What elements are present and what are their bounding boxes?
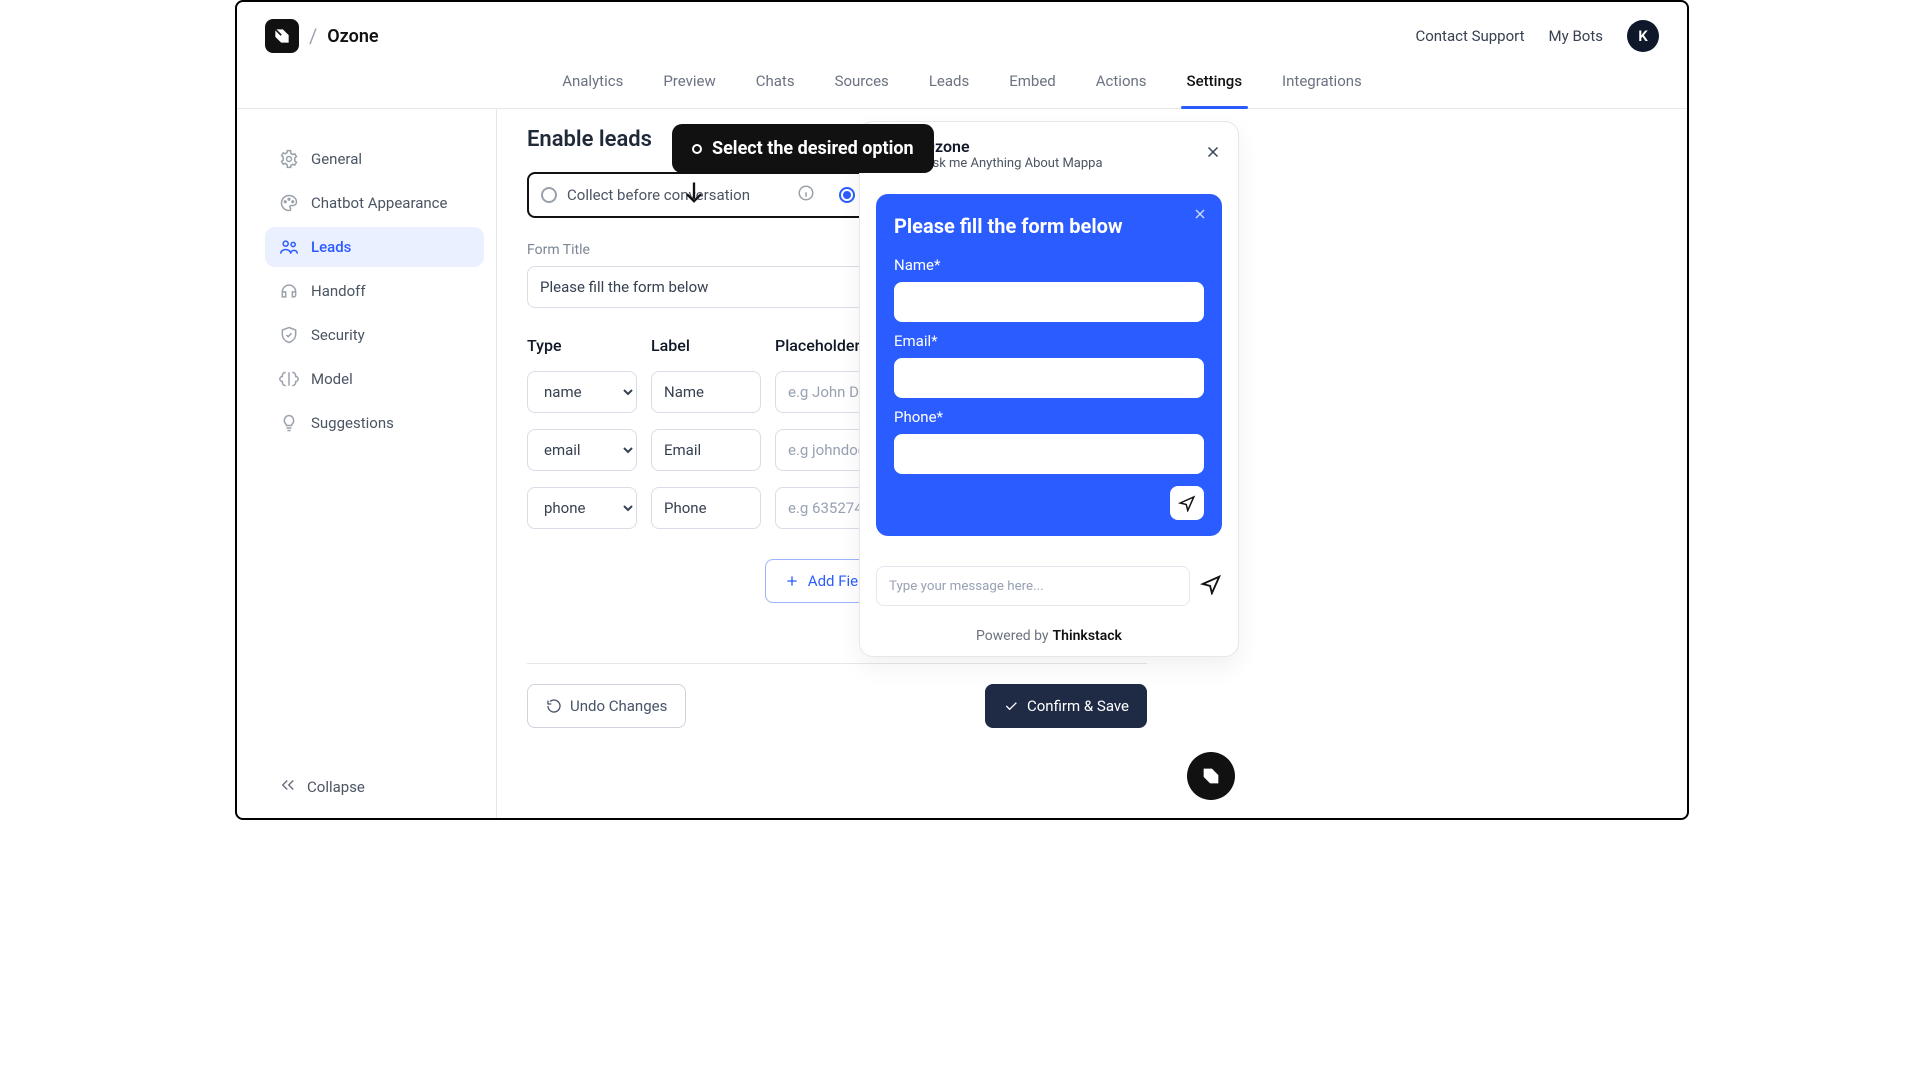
powered-by-prefix: Powered by <box>976 628 1049 644</box>
tab-settings[interactable]: Settings <box>1185 66 1245 96</box>
content: Select the desired option Enable leads C… <box>497 109 1267 820</box>
collapse-label: Collapse <box>307 778 365 796</box>
breadcrumb-slash: / <box>309 24 317 48</box>
callout-text: Select the desired option <box>712 138 914 159</box>
chat-message-input[interactable] <box>876 566 1190 606</box>
sidebar: General Chatbot Appearance Leads Handoff Sec… <box>237 109 497 820</box>
chat-subtitle: Ask me Anything About Mappa <box>924 156 1103 171</box>
users-icon <box>279 237 299 257</box>
label-input[interactable] <box>651 487 761 529</box>
sidebar-item-label: Handoff <box>311 282 366 300</box>
type-select[interactable]: phone <box>527 487 637 529</box>
sidebar-item-label: Security <box>311 326 365 344</box>
check-icon <box>1003 698 1019 714</box>
undo-label: Undo Changes <box>570 697 667 715</box>
tab-actions[interactable]: Actions <box>1094 66 1149 96</box>
chat-launcher[interactable] <box>1187 752 1235 800</box>
tab-analytics[interactable]: Analytics <box>560 66 625 96</box>
sidebar-item-security[interactable]: Security <box>265 315 484 355</box>
refresh-icon <box>546 698 562 714</box>
tab-chats[interactable]: Chats <box>754 66 797 96</box>
headset-icon <box>279 281 299 301</box>
sidebar-item-leads[interactable]: Leads <box>265 227 484 267</box>
undo-changes-button[interactable]: Undo Changes <box>527 684 686 728</box>
radio-icon <box>541 187 557 203</box>
chat-field-input[interactable] <box>894 434 1204 474</box>
save-label: Confirm & Save <box>1027 697 1129 715</box>
label-input[interactable] <box>651 371 761 413</box>
chat-field-label: Phone* <box>894 408 1204 426</box>
chat-form-title: Please fill the form below <box>894 214 1204 238</box>
sidebar-item-label: Chatbot Appearance <box>311 194 447 212</box>
chat-form-submit[interactable] <box>1170 486 1204 520</box>
arrow-down-icon <box>680 179 708 207</box>
contact-support-link[interactable]: Contact Support <box>1415 27 1524 45</box>
avatar[interactable]: K <box>1627 20 1659 52</box>
chat-field-input[interactable] <box>894 358 1204 398</box>
chat-field-label: Name* <box>894 256 1204 274</box>
sidebar-item-label: Leads <box>311 238 351 256</box>
callout-dot-icon <box>692 144 702 154</box>
chat-field-input[interactable] <box>894 282 1204 322</box>
sidebar-item-general[interactable]: General <box>265 139 484 179</box>
col-label: Label <box>651 336 761 355</box>
sidebar-item-label: Model <box>311 370 353 388</box>
tab-integrations[interactable]: Integrations <box>1280 66 1364 96</box>
plus-icon <box>784 573 800 589</box>
sidebar-item-label: General <box>311 150 362 168</box>
sidebar-item-model[interactable]: Model <box>265 359 484 399</box>
col-type: Type <box>527 336 637 355</box>
palette-icon <box>279 193 299 213</box>
type-select[interactable]: name <box>527 371 637 413</box>
sidebar-item-suggestions[interactable]: Suggestions <box>265 403 484 443</box>
tab-leads[interactable]: Leads <box>927 66 971 96</box>
type-select[interactable]: email <box>527 429 637 471</box>
tab-sources[interactable]: Sources <box>833 66 891 96</box>
brain-icon <box>279 369 299 389</box>
label-input[interactable] <box>651 429 761 471</box>
send-icon[interactable] <box>1200 573 1222 599</box>
collapse-sidebar[interactable]: Collapse <box>265 766 484 808</box>
my-bots-link[interactable]: My Bots <box>1549 27 1603 45</box>
callout: Select the desired option <box>672 124 934 211</box>
card-close-icon[interactable] <box>1192 206 1208 226</box>
chat-title: Ozone <box>924 137 1103 156</box>
bulb-icon <box>279 413 299 433</box>
sidebar-item-handoff[interactable]: Handoff <box>265 271 484 311</box>
chat-form-card: Please fill the form below Name* Email* Ph… <box>876 194 1222 536</box>
tab-embed[interactable]: Embed <box>1007 66 1058 96</box>
page-title: Ozone <box>327 26 378 47</box>
collapse-icon <box>279 776 297 798</box>
gear-icon <box>279 149 299 169</box>
confirm-save-button[interactable]: Confirm & Save <box>985 684 1147 728</box>
close-icon[interactable] <box>1204 143 1222 165</box>
tab-preview[interactable]: Preview <box>661 66 717 96</box>
shield-icon <box>279 325 299 345</box>
tabs: Analytics Preview Chats Sources Leads Embed Ac… <box>237 66 1687 109</box>
sidebar-item-chatbot-appearance[interactable]: Chatbot Appearance <box>265 183 484 223</box>
app-logo <box>265 19 299 53</box>
chat-field-label: Email* <box>894 332 1204 350</box>
powered-by-brand[interactable]: Thinkstack <box>1053 628 1122 644</box>
sidebar-item-label: Suggestions <box>311 414 394 432</box>
send-icon <box>1178 494 1196 512</box>
